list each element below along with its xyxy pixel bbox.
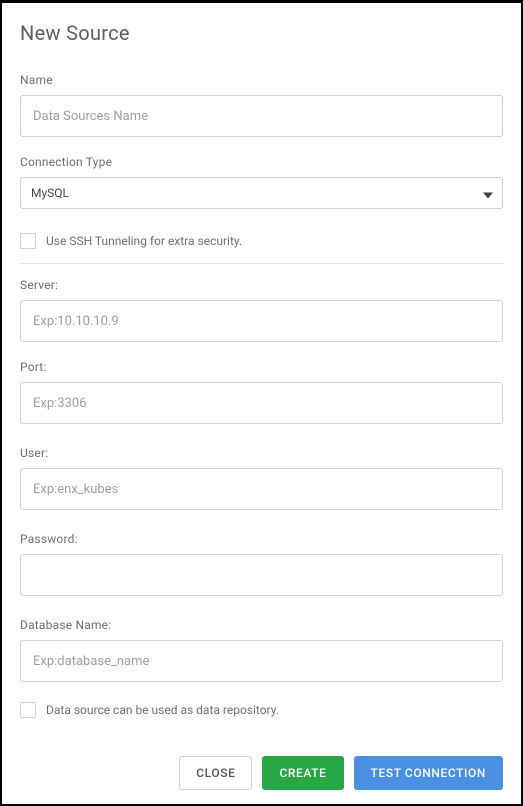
- create-button[interactable]: CREATE: [262, 756, 343, 790]
- database-name-input[interactable]: [20, 640, 503, 682]
- test-connection-button[interactable]: TEST CONNECTION: [354, 756, 503, 790]
- server-input[interactable]: [20, 300, 503, 342]
- close-button[interactable]: CLOSE: [179, 756, 252, 790]
- name-field: Name: [20, 73, 503, 137]
- divider: [20, 263, 503, 264]
- server-field: Server:: [20, 278, 503, 342]
- port-field: Port:: [20, 360, 503, 424]
- database-name-field: Database Name:: [20, 618, 503, 682]
- user-input[interactable]: [20, 468, 503, 510]
- user-field: User:: [20, 446, 503, 510]
- ssh-checkbox-row: Use SSH Tunneling for extra security.: [20, 233, 503, 249]
- repo-checkbox[interactable]: [20, 702, 36, 718]
- port-input[interactable]: [20, 382, 503, 424]
- connection-type-label: Connection Type: [20, 155, 503, 169]
- connection-type-field: Connection Type: [20, 155, 503, 209]
- connection-type-select[interactable]: [20, 177, 503, 209]
- password-field: Password:: [20, 532, 503, 596]
- new-source-form: Name Connection Type Use SSH Tunneling f…: [20, 73, 503, 790]
- database-name-label: Database Name:: [20, 618, 503, 632]
- password-label: Password:: [20, 532, 503, 546]
- dialog-footer: CLOSE CREATE TEST CONNECTION: [20, 740, 503, 790]
- name-input[interactable]: [20, 95, 503, 137]
- port-label: Port:: [20, 360, 503, 374]
- ssh-checkbox[interactable]: [20, 233, 36, 249]
- name-label: Name: [20, 73, 503, 87]
- connection-type-select-wrap: [20, 177, 503, 209]
- user-label: User:: [20, 446, 503, 460]
- repo-checkbox-row: Data source can be used as data reposito…: [20, 702, 503, 718]
- ssh-checkbox-label: Use SSH Tunneling for extra security.: [46, 234, 242, 248]
- repo-checkbox-label: Data source can be used as data reposito…: [46, 703, 279, 717]
- server-label: Server:: [20, 278, 503, 292]
- page-title: New Source: [20, 21, 503, 45]
- password-input[interactable]: [20, 554, 503, 596]
